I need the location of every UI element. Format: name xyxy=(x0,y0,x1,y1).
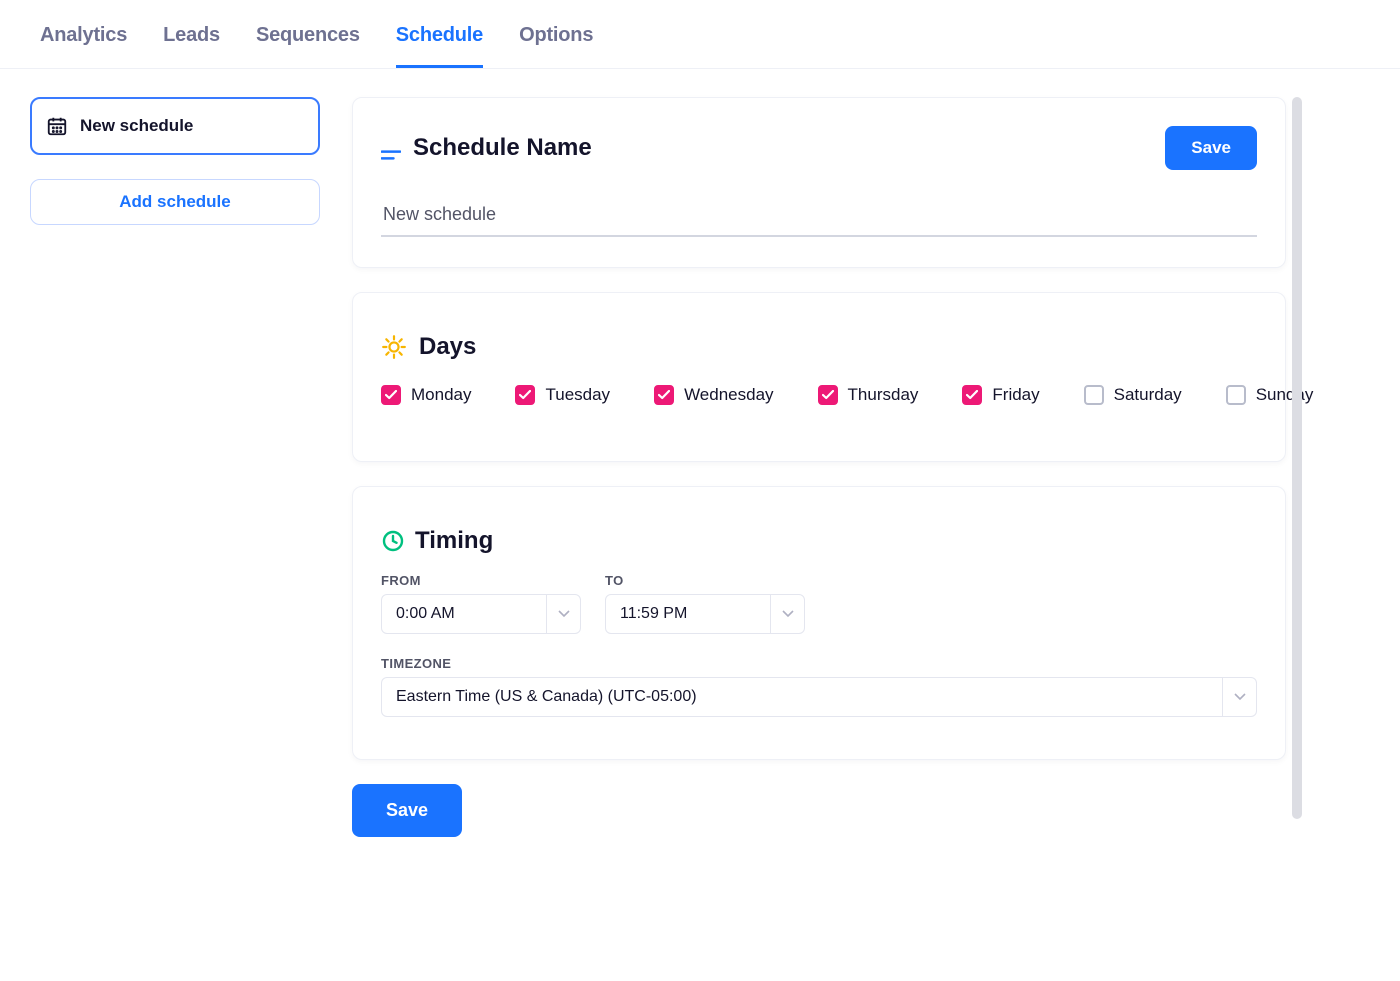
checkbox-icon xyxy=(1226,385,1246,405)
timing-card: Timing FROM 0:00 AM TO 11:59 PM xyxy=(352,486,1286,760)
tabs-bar: Analytics Leads Sequences Schedule Optio… xyxy=(0,0,1400,69)
clock-icon xyxy=(381,529,405,553)
chevron-down-icon xyxy=(770,595,804,633)
days-row: Monday Tuesday Wednesday xyxy=(381,385,1257,405)
checkbox-icon xyxy=(818,385,838,405)
day-label: Wednesday xyxy=(684,385,773,405)
timezone-label: TIMEZONE xyxy=(381,656,1257,671)
sidebar-item-new-schedule[interactable]: New schedule xyxy=(30,97,320,155)
day-wednesday[interactable]: Wednesday xyxy=(654,385,773,405)
day-monday[interactable]: Monday xyxy=(381,385,471,405)
checkbox-icon xyxy=(1084,385,1104,405)
tab-options[interactable]: Options xyxy=(519,24,593,68)
days-title-text: Days xyxy=(419,333,476,361)
checkbox-icon xyxy=(962,385,982,405)
schedule-name-title: Schedule Name xyxy=(413,134,592,162)
from-time-select[interactable]: 0:00 AM xyxy=(381,594,581,634)
days-card: Days Monday Tuesday xyxy=(352,292,1286,462)
schedule-name-card: Schedule Name Save xyxy=(352,97,1286,268)
scrollbar[interactable] xyxy=(1292,97,1302,819)
sun-icon xyxy=(381,334,407,360)
day-label: Friday xyxy=(992,385,1039,405)
save-button-bottom[interactable]: Save xyxy=(352,784,462,837)
day-label: Sunday xyxy=(1256,385,1314,405)
timezone-value: Eastern Time (US & Canada) (UTC-05:00) xyxy=(382,688,1222,706)
sidebar: New schedule Add schedule xyxy=(30,97,320,837)
day-label: Tuesday xyxy=(545,385,610,405)
tab-analytics[interactable]: Analytics xyxy=(40,24,127,68)
checkbox-icon xyxy=(515,385,535,405)
chevron-down-icon xyxy=(1222,678,1256,716)
tab-leads[interactable]: Leads xyxy=(163,24,220,68)
day-label: Saturday xyxy=(1114,385,1182,405)
chevron-down-icon xyxy=(546,595,580,633)
filter-icon xyxy=(381,141,401,155)
day-thursday[interactable]: Thursday xyxy=(818,385,919,405)
tab-schedule[interactable]: Schedule xyxy=(396,24,483,68)
calendar-icon xyxy=(46,115,68,137)
to-time-select[interactable]: 11:59 PM xyxy=(605,594,805,634)
day-label: Thursday xyxy=(848,385,919,405)
main-column: Schedule Name Save xyxy=(352,97,1286,837)
save-button[interactable]: Save xyxy=(1165,126,1257,170)
from-time-value: 0:00 AM xyxy=(382,605,546,623)
timing-title-text: Timing xyxy=(415,527,493,555)
timezone-select[interactable]: Eastern Time (US & Canada) (UTC-05:00) xyxy=(381,677,1257,717)
tab-sequences[interactable]: Sequences xyxy=(256,24,360,68)
checkbox-icon xyxy=(381,385,401,405)
to-label: TO xyxy=(605,573,805,588)
checkbox-icon xyxy=(654,385,674,405)
day-friday[interactable]: Friday xyxy=(962,385,1039,405)
to-time-value: 11:59 PM xyxy=(606,605,770,623)
day-label: Monday xyxy=(411,385,471,405)
from-label: FROM xyxy=(381,573,581,588)
day-saturday[interactable]: Saturday xyxy=(1084,385,1182,405)
schedule-name-input[interactable] xyxy=(381,198,1257,237)
day-tuesday[interactable]: Tuesday xyxy=(515,385,610,405)
add-schedule-button[interactable]: Add schedule xyxy=(30,179,320,225)
sidebar-item-label: New schedule xyxy=(80,116,193,136)
